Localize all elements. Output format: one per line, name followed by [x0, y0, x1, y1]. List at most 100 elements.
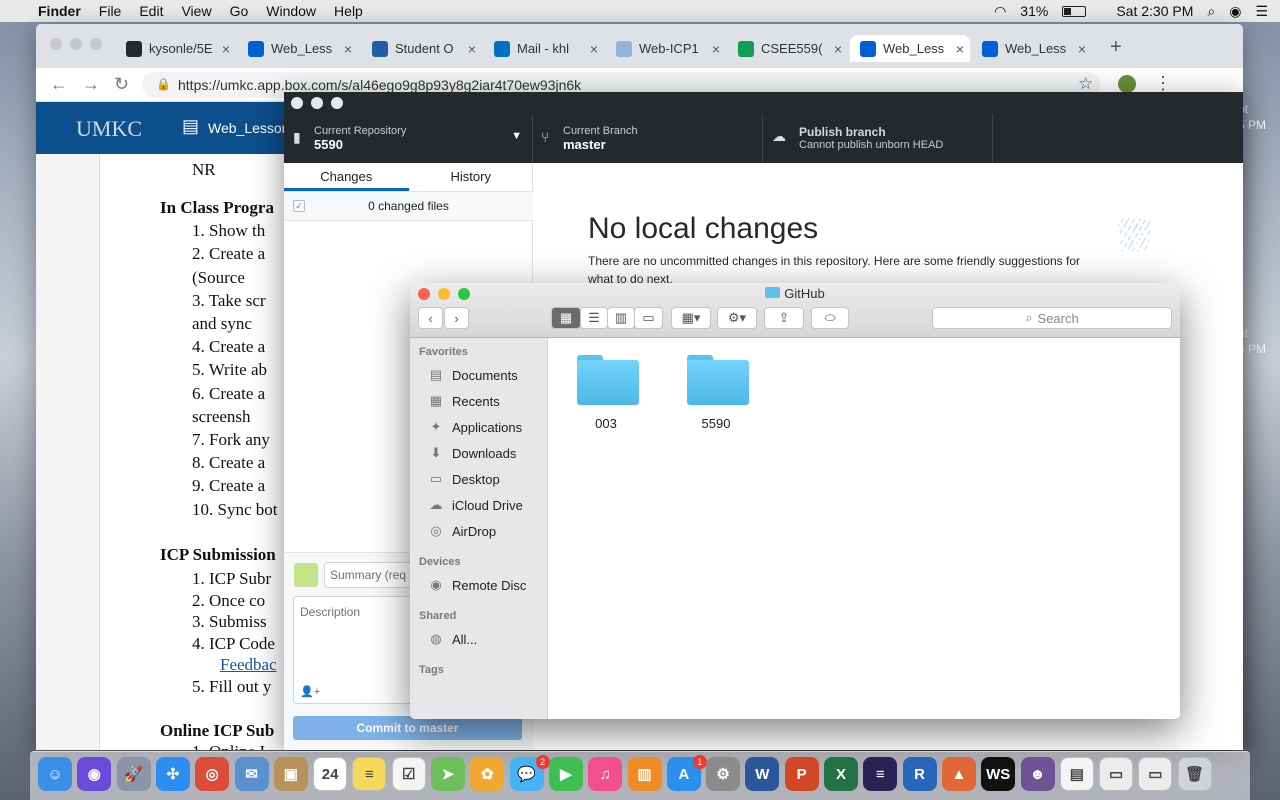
maps-dock-icon[interactable]: ➤ — [431, 757, 465, 791]
folder-label[interactable]: 003 — [561, 416, 651, 431]
forward-icon[interactable]: → — [82, 74, 100, 95]
trash-dock-icon[interactable]: 🗑 — [1177, 757, 1212, 791]
folder-icon[interactable] — [687, 355, 749, 405]
zoom-window-button[interactable] — [90, 38, 102, 50]
chrome-menu-icon[interactable]: ⋮ — [1154, 73, 1172, 94]
siri-dock-icon[interactable]: ◉ — [77, 757, 112, 791]
powerpoint-dock-icon[interactable]: P — [784, 757, 819, 791]
extension-icon[interactable] — [1118, 75, 1136, 93]
tag-icon[interactable]: ⬭ — [811, 307, 849, 329]
publish-branch-button[interactable]: ☁ Publish branch Cannot publish unborn H… — [763, 114, 993, 163]
battery-percent[interactable]: 31% — [1020, 3, 1048, 19]
forward-button[interactable]: › — [444, 307, 469, 329]
arrange-button[interactable]: ▦▾ — [671, 307, 711, 329]
add-coauthor-icon[interactable]: 👤+ — [300, 685, 320, 698]
doc-line[interactable]: Feedbac — [220, 655, 277, 675]
itunes-dock-icon[interactable]: ♫ — [588, 757, 623, 791]
wifi-icon[interactable]: ◠ — [994, 3, 1006, 20]
sidebar-item-airdrop[interactable]: ◎ AirDrop — [427, 521, 496, 541]
list-view-button[interactable]: ☰ — [580, 307, 608, 329]
notes-dock-icon[interactable]: ≡ — [352, 757, 387, 791]
close-tab-icon[interactable]: × — [344, 41, 352, 57]
close-window-button[interactable] — [50, 38, 62, 50]
tab-2[interactable]: Web_Less × — [238, 35, 358, 62]
mail-dock-icon[interactable]: ✉ — [234, 757, 269, 791]
tab-7[interactable]: Web_Less × — [850, 35, 970, 62]
menu-edit[interactable]: Edit — [139, 3, 163, 19]
tab-history[interactable]: History — [409, 163, 534, 191]
reload-icon[interactable]: ↻ — [114, 74, 129, 95]
github-desktop-dock-icon[interactable]: ☻ — [1020, 757, 1055, 791]
back-button[interactable]: ‹ — [418, 307, 443, 329]
safari-dock-icon[interactable]: ✣ — [155, 757, 190, 791]
r-dock-icon[interactable]: R — [902, 757, 937, 791]
screenshot-1-dock-icon[interactable]: ▭ — [1099, 757, 1134, 791]
close-tab-icon[interactable]: × — [712, 41, 720, 57]
bookmark-star-icon[interactable]: ☆ — [1078, 74, 1093, 94]
search-input[interactable]: ⌕ Search — [932, 307, 1172, 329]
new-tab-button[interactable]: + — [1110, 36, 1122, 59]
battery-icon[interactable] — [1062, 5, 1087, 17]
spotlight-icon[interactable]: ⌕ — [1207, 3, 1215, 20]
siri-icon[interactable]: ◉ — [1229, 3, 1241, 20]
menu-help[interactable]: Help — [334, 3, 363, 19]
sidebar-item-recents[interactable]: ▦ Recents — [427, 391, 500, 411]
facetime-dock-icon[interactable]: ▶ — [548, 757, 583, 791]
share-icon[interactable]: ⇪ — [764, 307, 804, 329]
close-tab-icon[interactable]: × — [1078, 41, 1086, 57]
close-tab-icon[interactable]: × — [222, 41, 230, 57]
folder-icon[interactable] — [577, 355, 639, 405]
calendar-dock-icon[interactable]: 24 — [313, 757, 348, 791]
icon-view-button[interactable]: ▦ — [551, 307, 581, 329]
current-repository-button[interactable]: ▮ Current Repository 5590 ▼ — [284, 114, 533, 163]
tab-5[interactable]: Web-ICP1 × — [606, 35, 726, 62]
sidebar-item-documents[interactable]: ▤ Documents — [427, 365, 518, 385]
notification-center-icon[interactable]: ☰ — [1255, 3, 1268, 20]
tab-4[interactable]: Mail - khl × — [484, 35, 604, 62]
screenshot-2-dock-icon[interactable]: ▭ — [1138, 757, 1173, 791]
sidebar-item-icloud-drive[interactable]: ☁ iCloud Drive — [427, 495, 523, 515]
minimize-window-button[interactable] — [311, 97, 323, 109]
zoom-window-button[interactable] — [331, 97, 343, 109]
menu-view[interactable]: View — [181, 3, 211, 19]
sidebar-item-applications[interactable]: ✦ Applications — [427, 417, 523, 437]
webstorm-dock-icon[interactable]: WS — [981, 757, 1016, 791]
column-view-button[interactable]: ▥ — [607, 307, 635, 329]
gear-icon[interactable]: ⚙▾ — [717, 307, 757, 329]
tab-3[interactable]: Student O × — [362, 35, 482, 62]
close-window-button[interactable] — [291, 97, 303, 109]
menu-window[interactable]: Window — [266, 3, 316, 19]
excel-dock-icon[interactable]: X — [824, 757, 858, 791]
folder-label[interactable]: 5590 — [671, 416, 761, 431]
contacts-dock-icon[interactable]: ▣ — [273, 757, 308, 791]
eclipse-dock-icon[interactable]: ≡ — [863, 757, 898, 791]
tab-1[interactable]: kysonle/5E × — [116, 35, 236, 62]
sidebar-item-remote-disc[interactable]: ◉ Remote Disc — [427, 575, 526, 595]
sidebar-item-downloads[interactable]: ⬇ Downloads — [427, 443, 517, 463]
system-preferences-dock-icon[interactable]: ⚙ — [706, 757, 741, 791]
sidebar-item-all[interactable]: ◍ All... — [427, 629, 477, 649]
current-branch-button[interactable]: ⑂ Current Branch master — [533, 114, 763, 163]
menu-app-name[interactable]: Finder — [38, 3, 81, 19]
gallery-view-button[interactable]: ▭ — [634, 307, 663, 329]
commit-button[interactable]: Commit to master — [293, 716, 522, 740]
word-dock-icon[interactable]: W — [745, 757, 780, 791]
matlab-dock-icon[interactable]: ▲ — [941, 757, 976, 791]
close-tab-icon[interactable]: × — [956, 41, 964, 57]
close-tab-icon[interactable]: × — [468, 41, 476, 57]
menu-file[interactable]: File — [99, 3, 122, 19]
minimize-window-button[interactable] — [70, 38, 82, 50]
reminders-dock-icon[interactable]: ☑ — [391, 757, 426, 791]
sidebar-item-desktop[interactable]: ▭ Desktop — [427, 469, 500, 489]
document-dock-icon[interactable]: ▤ — [1059, 757, 1094, 791]
close-tab-icon[interactable]: × — [590, 41, 598, 57]
chrome-dock-icon[interactable]: ◎ — [195, 757, 230, 791]
back-icon[interactable]: ← — [50, 74, 68, 95]
clock[interactable]: Sat 2:30 PM — [1116, 3, 1193, 19]
menu-go[interactable]: Go — [230, 3, 249, 19]
tab-changes[interactable]: Changes — [284, 163, 409, 191]
close-tab-icon[interactable]: × — [834, 41, 842, 57]
ibooks-dock-icon[interactable]: ▥ — [627, 757, 662, 791]
select-all-checkbox[interactable]: ✓ — [293, 200, 305, 212]
launchpad-dock-icon[interactable]: 🚀 — [116, 757, 151, 791]
